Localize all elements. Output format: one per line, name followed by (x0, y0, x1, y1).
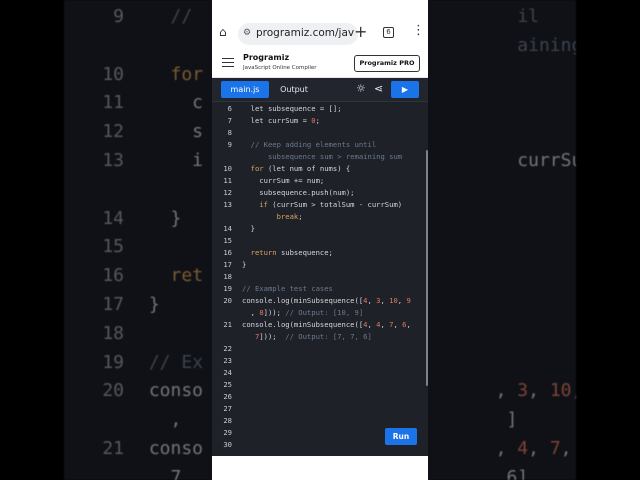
code-line[interactable]: 19// Example test cases (212, 283, 428, 295)
code-line[interactable]: 10 for (let num of nums) { (212, 163, 428, 175)
code-line[interactable]: 28 (212, 415, 428, 427)
compiler-subtitle: JavaScript Online Compiler (243, 65, 317, 71)
share-icon[interactable]: ⋖ (374, 83, 383, 95)
code-line[interactable]: 11 currSum += num; (212, 175, 428, 187)
line-number: 11 (223, 176, 232, 185)
code-line[interactable]: break; (212, 211, 428, 223)
code-line[interactable]: 18 (212, 271, 428, 283)
address-bar[interactable]: ⚙ programiz.com/javasc (238, 23, 358, 45)
line-number: 15 (223, 236, 232, 245)
code-line[interactable]: 14 } (212, 223, 428, 235)
line-number: 10 (223, 164, 232, 173)
new-tab-icon[interactable]: + (354, 24, 367, 40)
tab-output[interactable]: Output (270, 81, 318, 98)
code-line[interactable]: 27 (212, 403, 428, 415)
line-number: 13 (223, 200, 232, 209)
programiz-logo[interactable]: Programiz (243, 53, 289, 62)
browser-toolbar: ⌂ ⚙ programiz.com/javasc + 6 ⋮ (212, 0, 428, 48)
home-icon[interactable]: ⌂ (219, 26, 231, 38)
line-number: 30 (223, 440, 232, 449)
code-line[interactable]: 25 (212, 379, 428, 391)
site-settings-icon[interactable]: ⚙ (243, 28, 251, 38)
theme-toggle-icon[interactable]: ☼ (356, 83, 366, 95)
url-text: programiz.com/javasc (256, 27, 354, 39)
editor-toolbar: main.js Output ☼ ⋖ ▶ (212, 78, 428, 102)
code-line[interactable]: 8 (212, 127, 428, 139)
line-number: 7 (227, 116, 232, 125)
code-line[interactable]: 24 (212, 367, 428, 379)
tab-switcher-button[interactable]: 6 (383, 27, 394, 38)
code-line[interactable]: 12 subsequence.push(num); (212, 187, 428, 199)
line-number: 19 (223, 284, 232, 293)
code-line[interactable]: 7])); // Output: [7, 7, 6] (212, 331, 428, 343)
code-line[interactable]: 6 let subsequence = []; (212, 103, 428, 115)
programiz-pro-button[interactable]: Programiz PRO (354, 55, 420, 72)
code-editor[interactable]: 6 let subsequence = []; 7 let currSum = 0… (212, 102, 428, 456)
line-number: 22 (223, 344, 232, 353)
line-number: 8 (227, 128, 232, 137)
code-line[interactable]: 26 (212, 391, 428, 403)
line-number: 23 (223, 356, 232, 365)
site-header: Programiz JavaScript Online Compiler Pro… (212, 48, 428, 78)
run-button[interactable]: Run (385, 428, 417, 445)
code-line[interactable]: , 8])); // Output: [10, 9] (212, 307, 428, 319)
code-line[interactable]: 21 console.log(minSubsequence([4, 4, 7, 6… (212, 319, 428, 331)
line-number: 25 (223, 380, 232, 389)
more-vert-icon[interactable]: ⋮ (412, 24, 425, 38)
code-line[interactable]: 9 // Keep adding elements until (212, 139, 428, 151)
run-play-button[interactable]: ▶ (391, 81, 419, 98)
line-number: 27 (223, 404, 232, 413)
code-line[interactable]: 23 (212, 355, 428, 367)
code-line[interactable]: 7 let currSum = 0; (212, 115, 428, 127)
line-number: 6 (227, 104, 232, 113)
code-line[interactable]: 13 if (currSum > totalSum - currSum) (212, 199, 428, 211)
code-line[interactable]: 20 console.log(minSubsequence([4, 3, 10, … (212, 295, 428, 307)
line-number: 24 (223, 368, 232, 377)
code-line[interactable]: 17} (212, 259, 428, 271)
line-number: 29 (223, 428, 232, 437)
hamburger-menu-icon[interactable] (222, 58, 234, 67)
line-number: 12 (223, 188, 232, 197)
code-line[interactable]: 16 return subsequence; (212, 247, 428, 259)
line-number: 28 (223, 416, 232, 425)
line-number: 26 (223, 392, 232, 401)
code-line[interactable]: 22 (212, 343, 428, 355)
code-line[interactable]: subsequence sum > remaining sum (212, 151, 428, 163)
editor-scrollbar[interactable] (426, 150, 428, 386)
line-number: 18 (223, 272, 232, 281)
code-line[interactable]: 15 (212, 235, 428, 247)
line-number: 21 (223, 320, 232, 329)
phone-screen: ⌂ ⚙ programiz.com/javasc + 6 ⋮ Programiz… (212, 0, 428, 480)
bottom-bar (212, 456, 428, 480)
line-number: 17 (223, 260, 232, 269)
line-number: 9 (227, 140, 232, 149)
tab-main-js[interactable]: main.js (221, 81, 269, 98)
line-number: 16 (223, 248, 232, 257)
line-number: 14 (223, 224, 232, 233)
line-number: 20 (223, 296, 232, 305)
